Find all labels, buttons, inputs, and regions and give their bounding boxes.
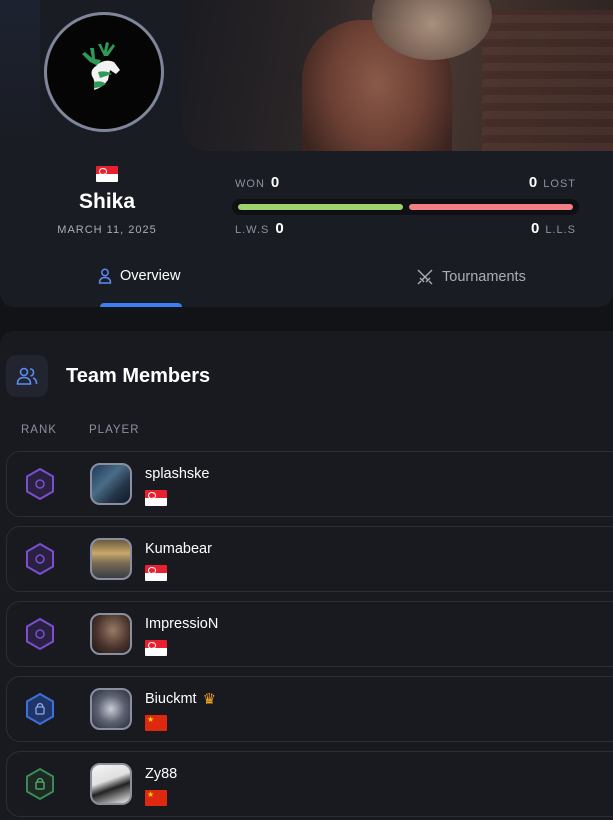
tab-overview[interactable]: Overview — [98, 268, 180, 284]
active-tab-indicator — [100, 303, 182, 307]
crossed-swords-icon — [417, 269, 433, 285]
china-flag-icon — [145, 789, 167, 806]
team-members-icon-box — [6, 355, 48, 397]
team-created-date: MARCH 11, 2025 — [57, 224, 157, 236]
team-header-card: Shika MARCH 11, 2025 WON 0 0 LOST L.W.S 0 0… — [0, 0, 613, 307]
team-logo — [44, 12, 164, 132]
player-name[interactable]: Kumabear — [145, 541, 212, 557]
stat-lls: 0 L.L.S — [530, 220, 576, 237]
users-icon — [16, 367, 38, 385]
player-avatar[interactable] — [90, 463, 132, 505]
player-name[interactable]: Biuckmt ♛ — [145, 691, 216, 707]
lost-bar-fill — [408, 204, 573, 210]
member-row[interactable]: splashske — [6, 451, 613, 517]
rank-badge-icon — [25, 467, 55, 501]
stat-won: WON 0 — [235, 174, 280, 191]
player-avatar[interactable] — [90, 688, 132, 730]
rank-badge-icon — [25, 767, 55, 801]
column-header-rank: RANK — [21, 424, 57, 436]
member-row[interactable]: Kumabear — [6, 526, 613, 592]
won-bar-fill — [238, 204, 403, 210]
singapore-flag-icon — [145, 565, 167, 581]
team-members-title: Team Members — [66, 365, 211, 387]
team-members-card: Team Members RANK PLAYER splashske Kumab… — [0, 331, 613, 820]
player-avatar[interactable] — [90, 763, 132, 805]
player-name[interactable]: Zy88 — [145, 766, 177, 782]
user-icon — [98, 268, 112, 284]
rank-badge-icon — [25, 542, 55, 576]
team-name: Shika — [78, 190, 136, 213]
team-flag-icon — [96, 166, 118, 182]
captain-crown-icon: ♛ — [202, 690, 217, 708]
member-row[interactable]: ImpressioN — [6, 601, 613, 667]
tab-tournaments[interactable]: Tournaments — [416, 268, 526, 286]
tab-tournaments-label: Tournaments — [442, 269, 526, 285]
deer-logo-icon — [82, 42, 120, 90]
member-row[interactable]: Zy88 — [6, 751, 613, 817]
rank-badge-icon — [25, 617, 55, 651]
player-avatar[interactable] — [90, 613, 132, 655]
singapore-flag-icon — [145, 490, 167, 506]
team-banner-image — [182, 0, 613, 151]
member-row[interactable]: Biuckmt ♛ — [6, 676, 613, 742]
china-flag-icon — [145, 714, 167, 731]
player-name[interactable]: splashske — [145, 466, 209, 482]
singapore-flag-icon — [145, 640, 167, 656]
player-name[interactable]: ImpressioN — [145, 616, 218, 632]
stat-lws: L.W.S 0 — [235, 220, 284, 237]
win-loss-bar — [232, 199, 579, 215]
stat-lost: 0 LOST — [528, 174, 576, 191]
player-avatar[interactable] — [90, 538, 132, 580]
rank-badge-icon — [25, 692, 55, 726]
tab-overview-label: Overview — [120, 268, 181, 284]
column-header-player: PLAYER — [89, 424, 140, 436]
